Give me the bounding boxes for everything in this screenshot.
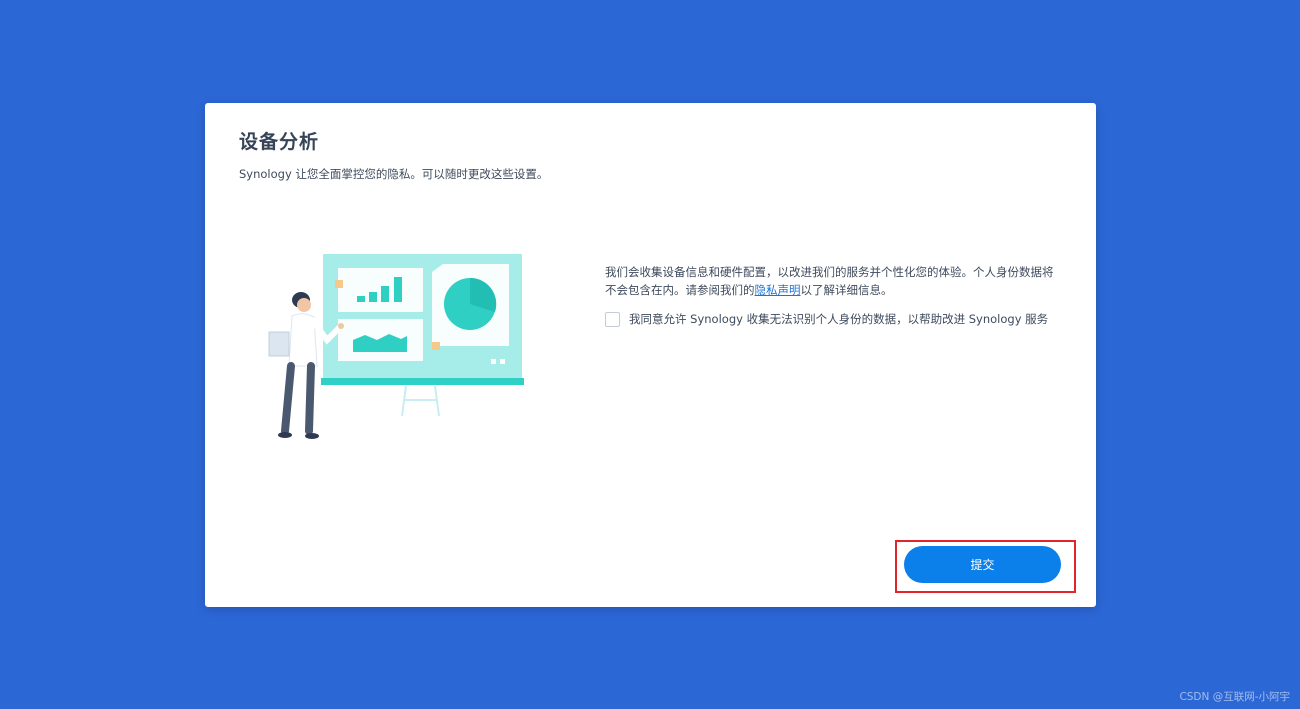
- consent-row[interactable]: 我同意允许 Synology 收集无法识别个人身份的数据，以帮助改进 Synol…: [605, 310, 1048, 328]
- person-hand: [338, 323, 344, 329]
- bar-chart-bar: [381, 286, 389, 302]
- device-analytics-dialog: 设备分析 Synology 让您全面掌控您的隐私。可以随时更改这些设置。 我们会…: [205, 103, 1096, 607]
- privacy-statement-link[interactable]: 隐私声明: [755, 283, 801, 297]
- person-shoe: [305, 433, 319, 439]
- privacy-info-text: 我们会收集设备信息和硬件配置，以改进我们的服务并个性化您的体验。个人身份数据将不…: [605, 263, 1063, 299]
- submit-button[interactable]: 提交: [904, 546, 1061, 583]
- consent-checkbox[interactable]: [605, 311, 620, 327]
- person-shoe: [278, 432, 292, 438]
- person-head: [297, 298, 311, 312]
- person-folder: [268, 331, 290, 357]
- bar-chart-bar: [357, 296, 365, 302]
- watermark: CSDN @互联网-小阿宇: [1179, 691, 1290, 703]
- desktop-background: 设备分析 Synology 让您全面掌控您的隐私。可以随时更改这些设置。 我们会…: [0, 0, 1300, 709]
- person-leg-right: [305, 362, 315, 435]
- bar-chart-bar: [369, 292, 377, 302]
- info-text-end: 以了解详细信息。: [800, 283, 893, 297]
- sticky-note: [335, 280, 343, 288]
- dialog-title: 设备分析: [239, 131, 320, 153]
- person-leg-left: [281, 362, 295, 435]
- presenter-illustration: [268, 254, 524, 439]
- board-dot: [491, 359, 496, 364]
- sticky-note: [432, 342, 440, 350]
- board-dot: [500, 359, 505, 364]
- board-tray: [321, 378, 524, 385]
- bar-chart-bar: [394, 277, 402, 302]
- consent-label[interactable]: 我同意允许 Synology 收集无法识别个人身份的数据，以帮助改进 Synol…: [629, 311, 1048, 327]
- bar-chart-card: [338, 268, 423, 312]
- dialog-subtitle: Synology 让您全面掌控您的隐私。可以随时更改这些设置。: [239, 167, 549, 181]
